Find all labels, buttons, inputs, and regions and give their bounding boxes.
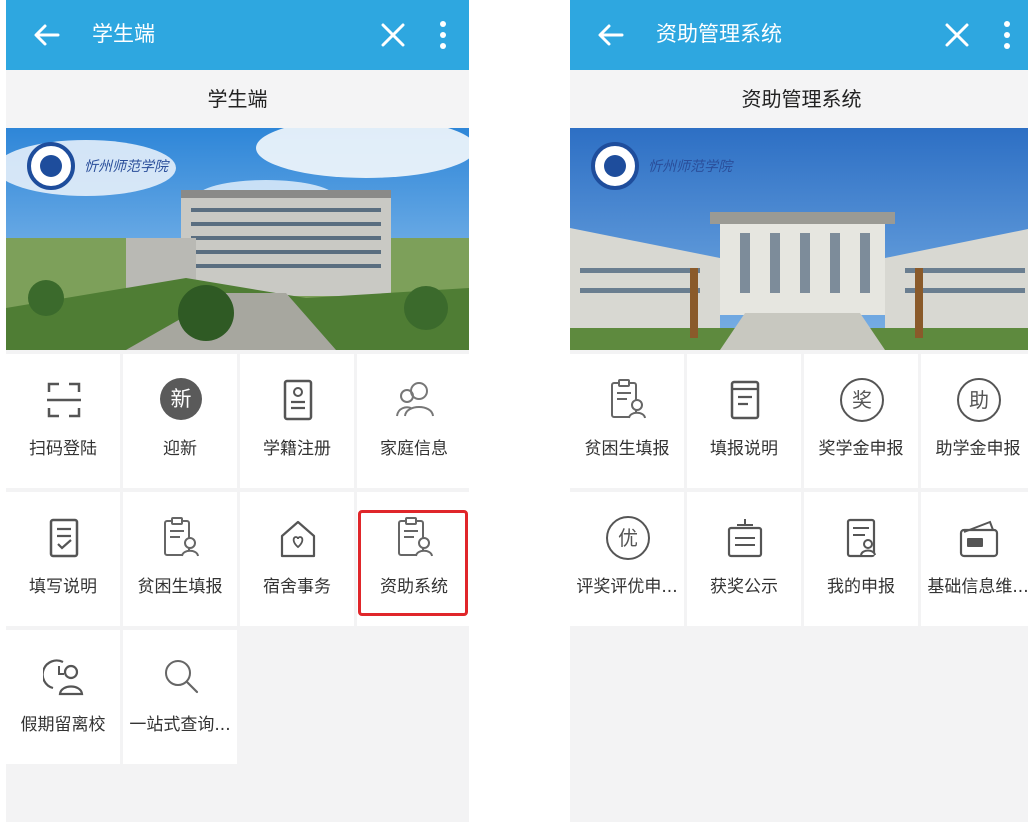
window-title: 学生端 xyxy=(92,22,155,46)
grant-icon: 助 xyxy=(957,378,1001,422)
tile-poverty-report[interactable]: 贫困生填报 xyxy=(570,354,684,488)
tile-label: 贫困生填报 xyxy=(584,439,670,459)
close-icon[interactable] xyxy=(942,20,972,50)
search-icon xyxy=(165,660,199,694)
tile-grant[interactable]: 助 助学金申报 xyxy=(921,354,1028,488)
tile-label: 家庭信息 xyxy=(380,439,448,459)
school-logo-text: 忻州师范学院 xyxy=(648,159,732,175)
tile-scan-login[interactable]: 扫码登陆 xyxy=(6,354,120,488)
back-arrow-icon[interactable] xyxy=(594,18,628,52)
tile-family-info[interactable]: 家庭信息 xyxy=(357,354,469,488)
edit-check-icon xyxy=(49,518,79,558)
tile-excellence-award[interactable]: 优 评奖评优申... xyxy=(570,492,684,626)
page-title: 资助管理系统 xyxy=(570,70,1028,128)
highlight-box xyxy=(358,510,468,616)
tile-enrollment[interactable]: 学籍注册 xyxy=(240,354,354,488)
back-arrow-icon[interactable] xyxy=(30,18,64,52)
tile-scholarship[interactable]: 奖 奖学金申报 xyxy=(804,354,918,488)
top-bar: 学生端 xyxy=(6,0,469,70)
tile-label: 一站式查询... xyxy=(129,715,231,735)
tile-label: 评奖评优申... xyxy=(576,577,678,597)
tile-label: 获奖公示 xyxy=(710,577,778,597)
campus-banner-image: 忻州师范学院 xyxy=(6,128,469,350)
more-vertical-icon[interactable] xyxy=(999,18,1015,52)
my-application-icon xyxy=(846,518,876,558)
clipboard-user-icon xyxy=(164,517,199,557)
tile-label: 贫困生填报 xyxy=(137,577,223,597)
top-bar: 资助管理系统 xyxy=(570,0,1028,70)
tile-my-application[interactable]: 我的申报 xyxy=(804,492,918,626)
tile-label: 填写说明 xyxy=(29,577,97,597)
clock-user-icon xyxy=(43,659,84,696)
tile-label: 假期留离校 xyxy=(20,715,106,735)
id-card-icon xyxy=(283,379,313,421)
tile-label: 学籍注册 xyxy=(263,439,331,459)
tile-one-stop-query[interactable]: 一站式查询... xyxy=(123,630,237,764)
tile-label: 我的申报 xyxy=(827,577,895,597)
window-title: 资助管理系统 xyxy=(656,22,782,46)
tile-label: 扫码登陆 xyxy=(29,439,97,459)
family-icon xyxy=(396,382,434,417)
school-logo-text: 忻州师范学院 xyxy=(84,159,168,175)
tile-holiday-stay[interactable]: 假期留离校 xyxy=(6,630,120,764)
more-vertical-icon[interactable] xyxy=(435,18,451,52)
notice-board-icon xyxy=(727,519,763,558)
tile-label: 基础信息维... xyxy=(927,577,1028,597)
tile-label: 宿舍事务 xyxy=(263,577,331,597)
new-badge-icon: 新 xyxy=(160,378,202,420)
tile-label: 奖学金申报 xyxy=(818,439,904,459)
page-title: 学生端 xyxy=(6,70,469,128)
scan-icon xyxy=(47,382,81,418)
clipboard-user-icon xyxy=(611,379,646,419)
house-heart-icon xyxy=(280,520,316,558)
document-icon xyxy=(730,380,760,420)
tile-label: 助学金申报 xyxy=(935,439,1021,459)
id-card-wallet-icon xyxy=(959,520,999,558)
tile-fill-instructions[interactable]: 填报说明 xyxy=(687,354,801,488)
scholarship-icon: 奖 xyxy=(840,378,884,422)
tile-label: 填报说明 xyxy=(710,439,778,459)
tile-fill-instructions[interactable]: 填写说明 xyxy=(6,492,120,626)
excellence-icon: 优 xyxy=(606,516,650,560)
tile-award-notice[interactable]: 获奖公示 xyxy=(687,492,801,626)
campus-banner-image: 忻州师范学院 xyxy=(570,128,1028,350)
tile-basic-info-maintenance[interactable]: 基础信息维... xyxy=(921,492,1028,626)
aid-management-screen: 资助管理系统 资助管理系统 忻州师范学院 贫困生填报 填报说明 奖 奖学金申报 … xyxy=(570,0,1028,822)
close-icon[interactable] xyxy=(378,20,408,50)
tile-poverty-report[interactable]: 贫困生填报 xyxy=(123,492,237,626)
tile-dormitory[interactable]: 宿舍事务 xyxy=(240,492,354,626)
tile-welcome-new[interactable]: 新 迎新 xyxy=(123,354,237,488)
tile-label: 迎新 xyxy=(163,439,197,459)
student-portal-screen: 学生端 学生端 忻州师范学院 扫码登陆 新 迎新 学籍注册 家庭信息 填写说明 … xyxy=(6,0,469,822)
